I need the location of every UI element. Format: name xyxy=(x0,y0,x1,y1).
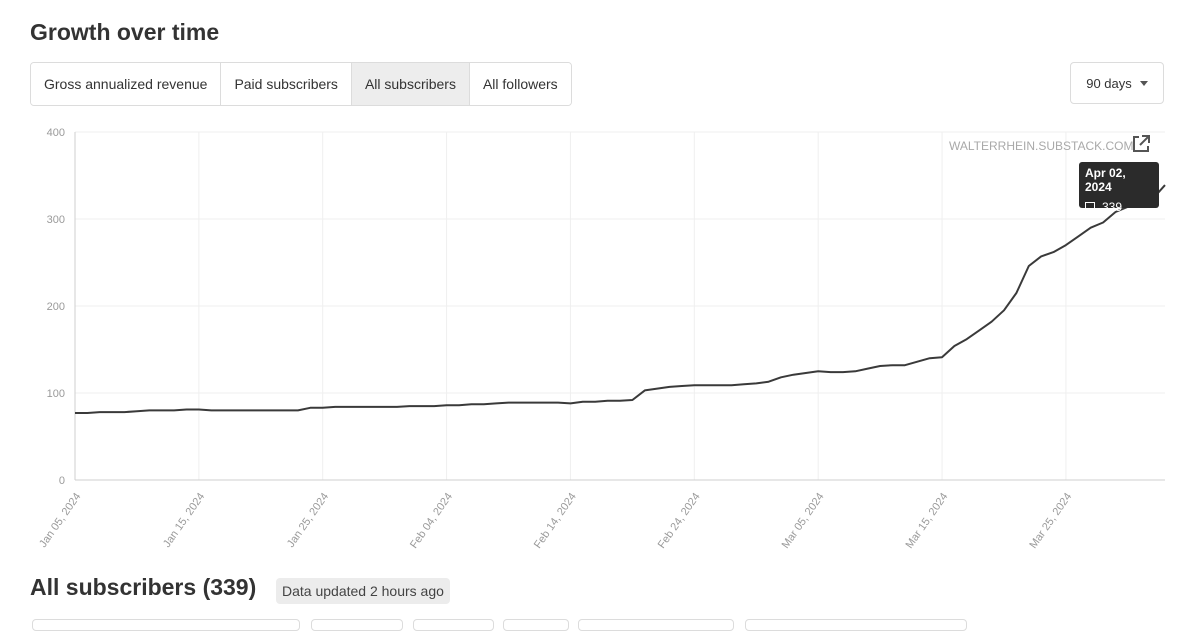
filter-control[interactable] xyxy=(503,619,569,631)
x-tick-label: Jan 25, 2024 xyxy=(285,491,331,550)
time-range-select[interactable]: 90 days xyxy=(1070,62,1164,104)
tab-all-followers[interactable]: All followers xyxy=(469,63,571,105)
y-tick-label: 300 xyxy=(47,214,65,226)
publication-watermark: WALTERRHEIN.SUBSTACK.COM xyxy=(949,139,1134,153)
data-updated-badge: Data updated 2 hours ago xyxy=(276,578,450,604)
y-tick-label: 400 xyxy=(47,127,65,139)
y-tick-label: 0 xyxy=(59,475,65,487)
x-tick-label: Feb 24, 2024 xyxy=(656,491,703,551)
chart-tooltip: Apr 02, 2024 339 xyxy=(1079,162,1159,214)
series-swatch-icon xyxy=(1085,202,1095,212)
tab-paid-subscribers[interactable]: Paid subscribers xyxy=(221,63,352,105)
x-tick-label: Mar 05, 2024 xyxy=(780,491,827,551)
tab-gross-annualized-revenue[interactable]: Gross annualized revenue xyxy=(31,63,222,105)
tooltip-value: 339 xyxy=(1102,200,1123,214)
y-axis-ticks: 0 100 200 300 400 xyxy=(47,127,65,487)
x-tick-label: Jan 15, 2024 xyxy=(161,491,207,550)
filter-control[interactable] xyxy=(32,619,300,631)
x-tick-label: Feb 04, 2024 xyxy=(408,491,455,551)
filter-control[interactable] xyxy=(413,619,494,631)
filter-control[interactable] xyxy=(311,619,403,631)
time-range-value: 90 days xyxy=(1086,75,1132,91)
chart-grid xyxy=(74,131,1165,481)
tab-all-subscribers[interactable]: All subscribers xyxy=(351,63,470,105)
x-axis-ticks: Jan 05, 2024 Jan 15, 2024 Jan 25, 2024 Feb … xyxy=(37,491,1074,551)
page-title: Growth over time xyxy=(30,19,220,45)
subscribers-heading: All subscribers (339) xyxy=(30,574,257,600)
x-tick-label: Mar 25, 2024 xyxy=(1027,491,1074,551)
growth-line-chart: 0100200300400 Jan 05, 2024 Jan 15, 2024 Ja… xyxy=(37,127,1166,551)
y-tick-label: 100 xyxy=(47,388,65,400)
metric-tabs: Gross annualized revenue Paid subscriber… xyxy=(30,62,572,106)
tooltip-date: Apr 02, 2024 xyxy=(1085,166,1126,194)
filter-control[interactable] xyxy=(578,619,734,631)
x-tick-label: Jan 05, 2024 xyxy=(37,491,83,550)
external-link-icon[interactable] xyxy=(1131,134,1151,154)
y-tick-label: 200 xyxy=(47,301,65,313)
x-tick-label: Mar 15, 2024 xyxy=(903,491,950,551)
x-tick-label: Feb 14, 2024 xyxy=(532,491,579,551)
chevron-down-icon xyxy=(1139,80,1148,86)
filter-control[interactable] xyxy=(745,619,967,631)
